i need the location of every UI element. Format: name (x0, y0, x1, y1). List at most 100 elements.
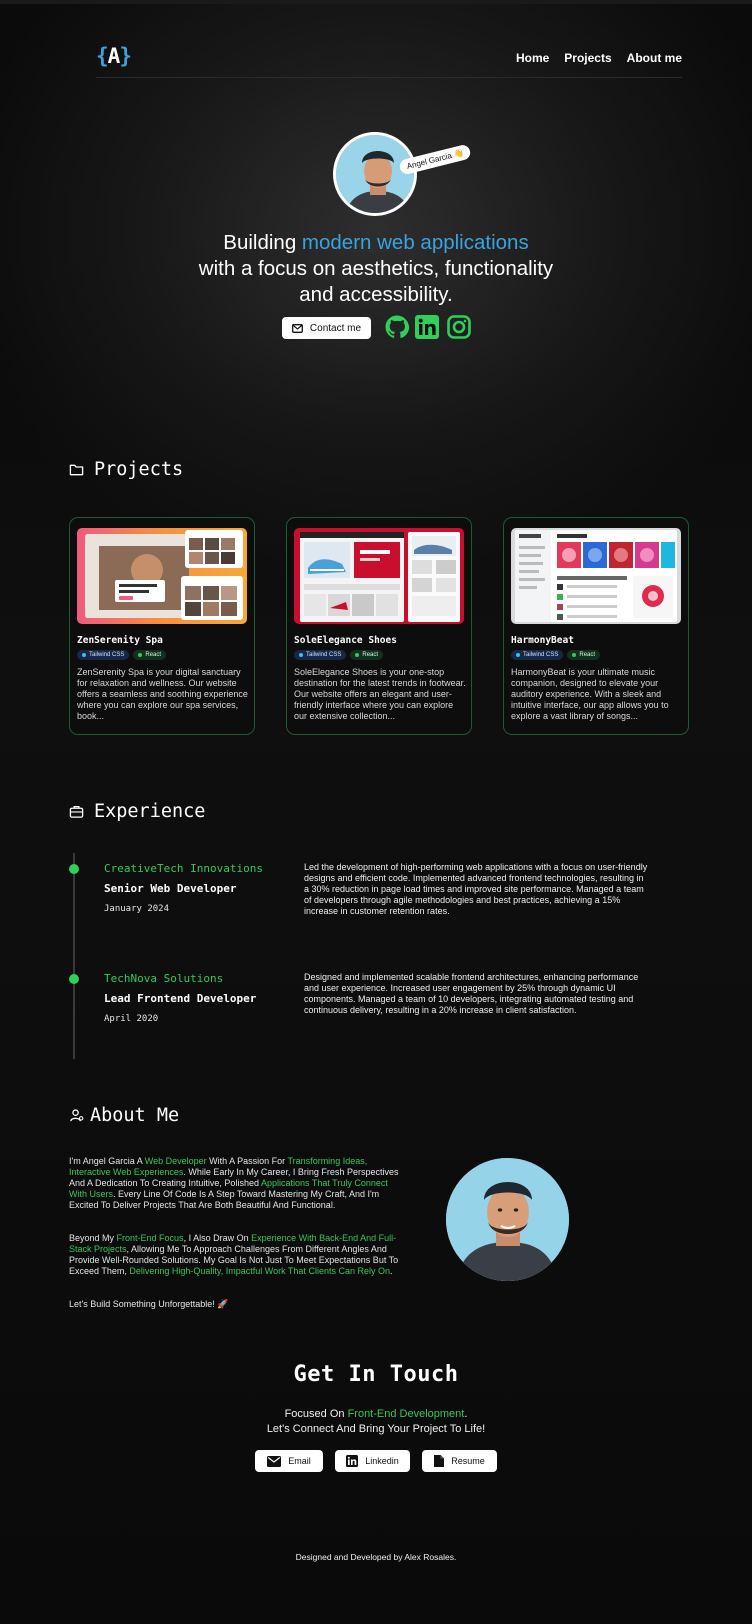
name-tag: Angel Garcia 👋 (398, 143, 473, 176)
experience-role: Lead Frontend Developer (104, 992, 257, 1005)
subtitle-post: . (464, 1408, 468, 1420)
tailwind-icon (299, 653, 303, 657)
about-paragraph-3: Let's Build Something Unforgettable! 🚀 (69, 1299, 229, 1309)
logo-brace-close: } (119, 44, 132, 68)
footer-credit: Designed and Developed by Alex Rosales. (295, 1552, 457, 1562)
hero-title-line3: and accessibility. (299, 283, 453, 306)
tailwind-icon (82, 653, 86, 657)
about-photo (446, 1158, 569, 1281)
tag-label: React (145, 652, 162, 658)
react-icon (138, 653, 143, 657)
file-icon (434, 1455, 445, 1467)
contact-me-button[interactable]: Contact me (282, 317, 371, 339)
project-card[interactable]: SoleElegance Shoes Tailwind CSS React So… (286, 517, 472, 735)
tag-react: React (133, 650, 167, 660)
about-paragraph-1: I'm Angel Garcia A Web Developer With A … (69, 1156, 399, 1211)
site-header: {A} Home Projects About me (96, 44, 682, 78)
tag-react: React (567, 650, 601, 660)
about-title: About Me (90, 1105, 180, 1126)
main-nav: Home Projects About me (516, 51, 682, 65)
mail-icon (267, 1455, 282, 1467)
about-text-segment: , I Also Draw On (183, 1233, 252, 1243)
logo-letter: A (107, 44, 121, 68)
github-icon[interactable] (385, 315, 409, 339)
project-thumbnail (77, 528, 247, 624)
project-card[interactable]: ZenSerenity Spa Tailwind CSS React ZenSe… (69, 517, 255, 735)
project-description: SoleElegance Shoes is your one-stop dest… (294, 667, 466, 721)
about-heading: About Me (69, 1105, 179, 1126)
tag-tailwind: Tailwind CSS (294, 650, 347, 660)
experience-title: Experience (94, 801, 206, 822)
timeline-dot (69, 864, 79, 874)
briefcase-icon (69, 805, 84, 818)
project-title: ZenSerenity Spa (77, 635, 163, 646)
project-tags: Tailwind CSS React (511, 650, 601, 660)
experience-date: April 2020 (104, 1014, 159, 1024)
experience-heading: Experience (69, 801, 205, 822)
project-description: ZenSerenity Spa is your digital sanctuar… (77, 667, 248, 721)
projects-title: Projects (94, 459, 184, 480)
tag-react: React (350, 650, 384, 660)
nav-home[interactable]: Home (516, 51, 549, 65)
get-in-touch-subtitle: Focused On Front-End Development. Let's … (0, 1407, 752, 1437)
experience-description: Led the development of high-performing w… (304, 862, 648, 916)
about-text-segment: With A Passion For (206, 1156, 288, 1166)
about-text-segment: . (389, 1266, 393, 1276)
tag-label: Tailwind CSS (306, 652, 342, 658)
project-card[interactable]: HarmonyBeat Tailwind CSS React HarmonyBe… (503, 517, 689, 735)
nav-about-me[interactable]: About me (627, 51, 682, 65)
tailwind-icon (516, 653, 520, 657)
tag-label: React (579, 652, 596, 658)
react-icon (355, 653, 360, 657)
project-tags: Tailwind CSS React (294, 650, 384, 660)
nav-projects[interactable]: Projects (564, 51, 611, 65)
linkedin-button[interactable]: Linkedin (335, 1450, 410, 1472)
projects-heading: Projects (69, 459, 183, 480)
timeline-line (73, 853, 75, 1059)
mail-icon (291, 323, 303, 333)
tag-label: Tailwind CSS (523, 652, 559, 658)
hero-title-pre: Building (223, 231, 302, 254)
project-title: HarmonyBeat (511, 635, 574, 646)
experience-description: Designed and implemented scalable fronte… (304, 972, 639, 1015)
tag-label: React (362, 652, 379, 658)
about-avatar-image (446, 1158, 569, 1281)
email-label: Email (288, 1456, 311, 1466)
top-bar (0, 0, 752, 4)
subtitle-accent: Front-End Development (347, 1408, 465, 1420)
experience-company: CreativeTech Innovations (104, 862, 263, 875)
resume-button[interactable]: Resume (422, 1450, 497, 1472)
folder-icon (69, 464, 84, 476)
linkedin-icon (346, 1455, 359, 1467)
project-tags: Tailwind CSS React (77, 650, 167, 660)
tag-tailwind: Tailwind CSS (511, 650, 564, 660)
subtitle-line2: Let's Connect And Bring Your Project To … (266, 1423, 486, 1435)
linkedin-icon[interactable] (415, 315, 439, 339)
email-button[interactable]: Email (255, 1450, 323, 1472)
subtitle-pre: Focused On (284, 1408, 348, 1420)
resume-label: Resume (451, 1456, 485, 1466)
project-thumbnail (511, 528, 681, 624)
experience-role: Senior Web Developer (104, 882, 237, 895)
about-paragraph-2: Beyond My Front-End Focus, I Also Draw O… (69, 1233, 399, 1277)
experience-date: January 2024 (104, 904, 170, 914)
hero-title: Building modern web applications with a … (120, 230, 632, 308)
get-in-touch-title: Get In Touch (293, 1362, 459, 1387)
about-highlight: Front-End Focus (116, 1233, 184, 1243)
hero-avatar (333, 132, 417, 216)
instagram-icon[interactable] (447, 315, 471, 339)
project-title: SoleElegance Shoes (294, 635, 397, 646)
hero-title-line2: with a focus on aesthetics, functionalit… (198, 257, 554, 280)
about-text-segment: I'm Angel Garcia A (69, 1156, 145, 1166)
about-text-segment: . Every Line Of Code Is A Step Toward Ma… (69, 1189, 380, 1210)
logo[interactable]: {A} (96, 44, 132, 68)
about-highlight: Web Developer (144, 1156, 207, 1166)
project-thumbnail (294, 528, 464, 624)
about-highlight: Delivering High-Quality, Impactful Work … (129, 1266, 390, 1276)
avatar-photo (336, 135, 414, 213)
user-icon (70, 1109, 84, 1122)
react-icon (572, 653, 577, 657)
about-text-segment: Beyond My (69, 1233, 117, 1243)
logo-brace-open: { (96, 44, 109, 68)
tag-tailwind: Tailwind CSS (77, 650, 130, 660)
